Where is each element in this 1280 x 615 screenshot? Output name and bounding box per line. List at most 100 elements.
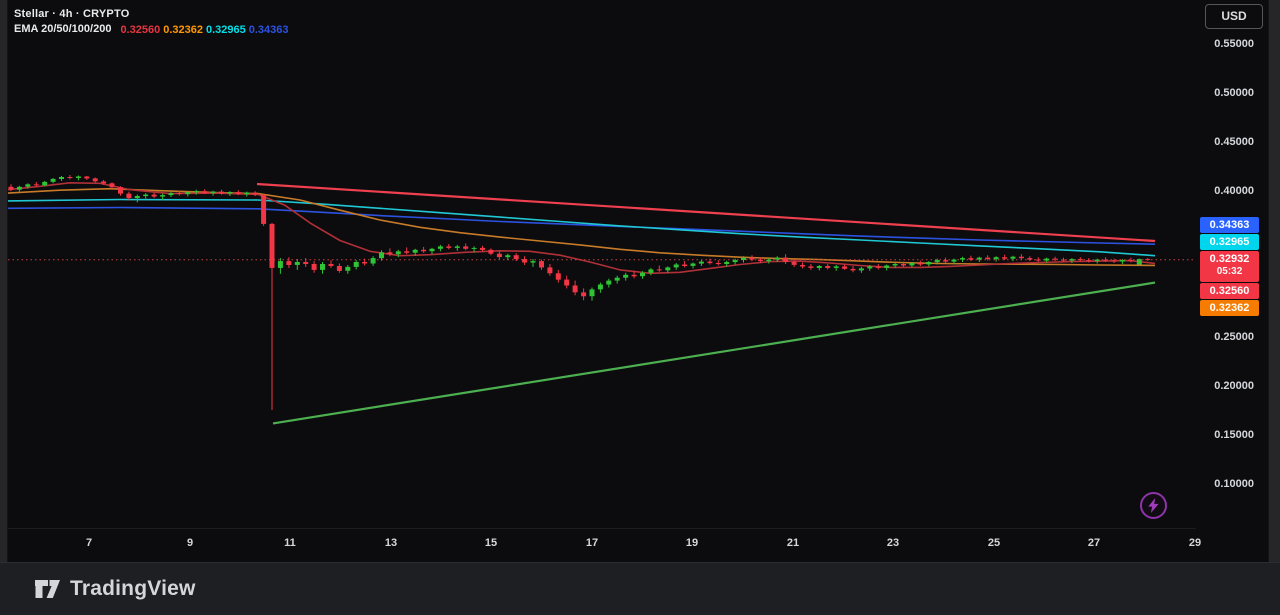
- time-axis[interactable]: 7 9 11 13 15 17 19 21 23 25 27 29: [8, 528, 1201, 562]
- candle-body: [42, 181, 48, 186]
- candle-body: [985, 257, 991, 260]
- candle-body: [757, 259, 763, 262]
- candle-body: [1103, 259, 1109, 261]
- candle-body: [101, 181, 107, 184]
- candle-body: [33, 184, 39, 186]
- candle-body: [454, 246, 460, 248]
- candle-body: [244, 192, 250, 195]
- candle-body: [783, 257, 789, 262]
- candle-body: [665, 267, 671, 271]
- candle-body: [800, 265, 805, 267]
- candle-body: [1010, 256, 1016, 259]
- candle-body: [92, 178, 98, 182]
- candle-body: [412, 249, 418, 253]
- candle-body: [1111, 260, 1117, 262]
- candle-body: [362, 262, 368, 264]
- current-price-tag: 0.32932 05:32: [1200, 251, 1259, 282]
- candle-body: [732, 260, 738, 263]
- candle-body: [1044, 258, 1050, 261]
- price-tick-label: 0.20000: [1214, 380, 1254, 392]
- candle-body: [429, 248, 435, 252]
- candle-body: [707, 261, 713, 264]
- candle-body: [488, 249, 494, 254]
- candle-body: [901, 264, 906, 266]
- symbol-title[interactable]: Stellar · 4h · CRYPTO: [14, 8, 129, 20]
- tradingview-brand-text: TradingView: [70, 577, 196, 600]
- time-tick-label: 27: [1087, 537, 1101, 549]
- tradingview-logo[interactable]: TradingView: [34, 577, 196, 601]
- indicator-label[interactable]: EMA 20/50/100/200: [14, 23, 111, 35]
- candle-body: [774, 257, 780, 260]
- candle-body: [227, 192, 233, 194]
- candle-body: [505, 255, 511, 258]
- candle-body: [1035, 259, 1041, 261]
- candle-body: [151, 194, 157, 197]
- lightning-bolt-icon: [1148, 498, 1159, 513]
- candlestick-chart[interactable]: [8, 0, 1196, 528]
- candle-body: [370, 258, 376, 264]
- currency-toggle-button[interactable]: USD: [1205, 4, 1263, 29]
- candle-body: [480, 247, 485, 250]
- ema-line-200[interactable]: [8, 206, 1156, 245]
- candle-body: [353, 262, 359, 267]
- candle-body: [345, 266, 351, 271]
- indicator-value: 0.34363: [248, 23, 289, 36]
- candle-countdown: 05:32: [1216, 266, 1243, 277]
- candle-body: [875, 266, 881, 268]
- candle-body: [682, 264, 688, 266]
- time-tick-label: 17: [585, 537, 599, 549]
- candle-body: [446, 246, 452, 248]
- candle-body: [513, 255, 519, 260]
- candle-body: [934, 260, 940, 263]
- candle-body: [917, 263, 923, 265]
- candle-body: [496, 253, 502, 258]
- candle-body: [850, 268, 856, 271]
- candle-body: [690, 263, 696, 266]
- candle-body: [555, 273, 561, 280]
- candle-body: [118, 187, 123, 194]
- candle-body: [1018, 256, 1024, 259]
- price-axis[interactable]: USD 0.55000 0.50000 0.45000 0.40000 0.25000 0…: [1196, 0, 1268, 562]
- candle-body: [993, 257, 999, 260]
- candle-body: [640, 272, 645, 277]
- candle-body: [1119, 260, 1125, 262]
- indicator-value: 0.32560: [120, 23, 161, 36]
- candle-body: [614, 277, 620, 281]
- candle-body: [8, 186, 14, 190]
- trendline-ascending-support[interactable]: [272, 281, 1156, 425]
- candle-body: [909, 263, 915, 266]
- indicator-value: 0.32965: [205, 23, 246, 36]
- candle-body: [539, 261, 544, 268]
- price-tick-label: 0.10000: [1214, 478, 1254, 490]
- candle-body: [421, 249, 427, 252]
- candle-body: [379, 252, 384, 259]
- candle-body: [252, 192, 258, 195]
- candle-body: [387, 252, 393, 255]
- candle-body: [25, 184, 31, 187]
- candle-body: [185, 192, 191, 195]
- candle-body: [631, 274, 637, 277]
- candle-body: [463, 246, 469, 249]
- candle-body: [808, 266, 814, 268]
- candle-body: [1094, 259, 1100, 262]
- candle-body: [134, 196, 140, 198]
- ema-20-tag: 0.32560: [1200, 283, 1259, 299]
- price-tick-label: 0.50000: [1214, 87, 1254, 99]
- candle-body: [951, 259, 957, 262]
- chart-legend: Stellar · 4h · CRYPTO EMA 20/50/100/200 …: [14, 6, 289, 36]
- candle-body: [210, 191, 216, 194]
- quick-trade-lightning-button[interactable]: [1140, 492, 1167, 519]
- trendline-descending-resistance[interactable]: [256, 182, 1156, 243]
- chart-pane[interactable]: Stellar · 4h · CRYPTO EMA 20/50/100/200 …: [8, 0, 1196, 528]
- candle-body: [749, 257, 755, 260]
- price-tick-label: 0.45000: [1214, 136, 1254, 148]
- candle-body: [219, 191, 224, 194]
- footer-bar: TradingView: [0, 562, 1280, 615]
- candle-body: [84, 176, 90, 179]
- time-tick-label: 21: [786, 537, 800, 549]
- price-tick-label: 0.55000: [1214, 38, 1254, 50]
- candle-body: [395, 251, 401, 255]
- candle-body: [168, 193, 174, 196]
- right-edge-strip[interactable]: [1268, 0, 1280, 562]
- candle-body: [75, 176, 81, 178]
